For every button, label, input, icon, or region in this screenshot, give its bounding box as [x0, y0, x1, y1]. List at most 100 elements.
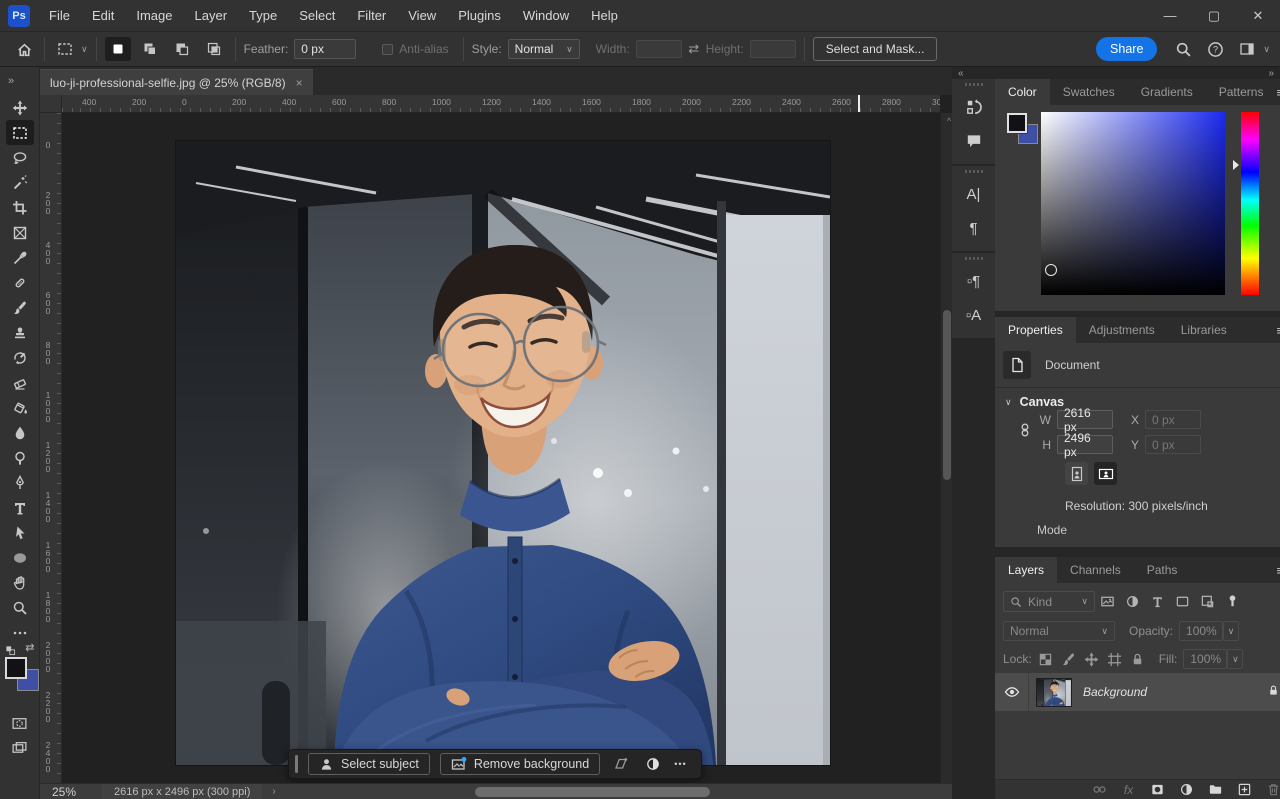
menu-filter[interactable]: Filter [348, 4, 395, 27]
opacity-scrubber-icon[interactable]: ∨ [1223, 621, 1239, 641]
fill-scrubber-icon[interactable]: ∨ [1227, 649, 1243, 669]
color-tab-gradients[interactable]: Gradients [1128, 79, 1206, 105]
properties-tab-adjustments[interactable]: Adjustments [1076, 317, 1168, 343]
color-field[interactable] [1041, 112, 1225, 295]
foreground-color-swatch[interactable] [1007, 113, 1027, 133]
filter-smartobj-icon[interactable] [1195, 594, 1220, 609]
chevron-down-icon[interactable]: ∨ [1263, 44, 1270, 55]
canvas-width-input[interactable]: 2616 px [1057, 410, 1113, 429]
link-dimensions-icon[interactable] [1017, 422, 1033, 441]
quick-mask-icon[interactable] [6, 711, 34, 736]
menu-window[interactable]: Window [514, 4, 578, 27]
new-selection-icon[interactable] [105, 37, 131, 61]
comments-icon[interactable] [956, 124, 992, 158]
crop-tool[interactable] [6, 195, 34, 220]
close-tab-icon[interactable]: × [296, 76, 303, 90]
lock-brush-icon[interactable] [1057, 652, 1080, 667]
maximize-button[interactable]: ▢ [1192, 0, 1236, 31]
frame-tool[interactable] [6, 220, 34, 245]
more-options-icon[interactable]: ••• [674, 759, 686, 769]
portrait-orientation-button[interactable] [1065, 462, 1088, 485]
document-tab[interactable]: luo-ji-professional-selfie.jpg @ 25% (RG… [40, 69, 313, 95]
share-button[interactable]: Share [1096, 37, 1157, 61]
fill-input[interactable]: 100% [1183, 649, 1227, 669]
eyedropper-tool[interactable] [6, 245, 34, 270]
intersect-selection-icon[interactable] [201, 37, 227, 61]
mode-section-label[interactable]: Mode [1037, 523, 1067, 537]
filter-halfcircle-icon[interactable] [1120, 594, 1145, 609]
filter-toggle-icon[interactable] [1220, 594, 1245, 609]
paragraph-panel-icon[interactable]: ¶ [956, 211, 992, 245]
delete-layer-icon[interactable] [1261, 782, 1280, 797]
move-tool[interactable] [6, 95, 34, 120]
close-button[interactable]: ✕ [1236, 0, 1280, 31]
feather-input[interactable]: 0 px [294, 39, 356, 59]
canvas-height-input[interactable]: 2496 px [1057, 435, 1113, 454]
ruler-collapse-icon[interactable]: ^ [947, 116, 951, 126]
marquee-tool-preset-icon[interactable] [53, 37, 77, 61]
help-icon[interactable] [1203, 37, 1227, 61]
layer-visibility-eye-icon[interactable] [995, 673, 1029, 711]
properties-tab-properties[interactable]: Properties [995, 317, 1076, 343]
canvas-pasteboard[interactable]: Select subject Remove background ••• [62, 113, 940, 783]
new-layer-icon[interactable] [1232, 782, 1257, 797]
blur-tool[interactable] [6, 420, 34, 445]
canvas-y-input[interactable]: 0 px [1145, 435, 1201, 454]
vertical-scrollbar[interactable]: ^ [940, 113, 952, 783]
select-and-mask-button[interactable]: Select and Mask... [813, 37, 938, 61]
panel-menu-icon[interactable]: ≡ [1276, 563, 1280, 578]
character-styles-icon[interactable]: ▫A [956, 298, 992, 332]
default-colors-icon[interactable] [5, 643, 16, 654]
hue-slider-arrow[interactable] [1233, 160, 1239, 170]
shape-tool[interactable] [6, 545, 34, 570]
menu-file[interactable]: File [40, 4, 79, 27]
paragraph-styles-icon[interactable]: ▫¶ [956, 264, 992, 298]
height-input[interactable] [750, 40, 796, 58]
layers-tab-paths[interactable]: Paths [1134, 557, 1191, 583]
chevron-down-icon[interactable]: ∨ [81, 44, 88, 55]
color-field-cursor[interactable] [1045, 264, 1057, 276]
color-tab-swatches[interactable]: Swatches [1050, 79, 1128, 105]
hue-slider[interactable] [1241, 112, 1259, 295]
menu-image[interactable]: Image [127, 4, 181, 27]
canvas-x-input[interactable]: 0 px [1145, 410, 1201, 429]
menu-edit[interactable]: Edit [83, 4, 123, 27]
adjustment-layer-icon[interactable] [1174, 782, 1199, 797]
opacity-input[interactable]: 100% [1179, 621, 1223, 641]
lasso-tool[interactable] [6, 145, 34, 170]
toolbar-collapse-icon[interactable]: » [0, 67, 39, 95]
menu-select[interactable]: Select [290, 4, 344, 27]
gradient-tool[interactable] [6, 395, 34, 420]
path-selection-tool[interactable] [6, 520, 34, 545]
properties-tab-libraries[interactable]: Libraries [1168, 317, 1240, 343]
pen-tool[interactable] [6, 470, 34, 495]
type-tool[interactable] [6, 495, 34, 520]
canvas-section-header[interactable]: ∨ Canvas [1005, 395, 1064, 409]
layer-row-background[interactable]: Background [995, 673, 1280, 711]
color-tab-color[interactable]: Color [995, 79, 1050, 105]
zoom-tool[interactable] [6, 595, 34, 620]
home-icon[interactable] [12, 37, 36, 61]
minimize-button[interactable]: — [1148, 0, 1192, 31]
character-panel-icon[interactable]: A| [956, 177, 992, 211]
clone-stamp-tool[interactable] [6, 320, 34, 345]
lock-move-icon[interactable] [1080, 652, 1103, 667]
landscape-orientation-button[interactable] [1094, 462, 1117, 485]
eraser-tool[interactable] [6, 370, 34, 395]
swap-dimensions-icon[interactable]: ⇄ [682, 37, 706, 61]
subtract-from-selection-icon[interactable] [169, 37, 195, 61]
search-icon[interactable] [1171, 37, 1195, 61]
dodge-tool[interactable] [6, 445, 34, 470]
version-history-icon[interactable] [956, 90, 992, 124]
add-layer-mask-icon[interactable] [1145, 782, 1170, 797]
layer-lock-icon[interactable] [1267, 684, 1280, 700]
workspace-switcher-icon[interactable] [1235, 37, 1259, 61]
panel-menu-icon[interactable]: ≡ [1276, 323, 1280, 338]
history-brush-tool[interactable] [6, 345, 34, 370]
width-input[interactable] [636, 40, 682, 58]
object-selection-tool[interactable] [6, 170, 34, 195]
spot-healing-brush-tool[interactable] [6, 270, 34, 295]
vertical-scrollbar-thumb[interactable] [943, 310, 951, 480]
collapse-panels-icon[interactable]: » [1268, 68, 1274, 79]
brush-tool[interactable] [6, 295, 34, 320]
